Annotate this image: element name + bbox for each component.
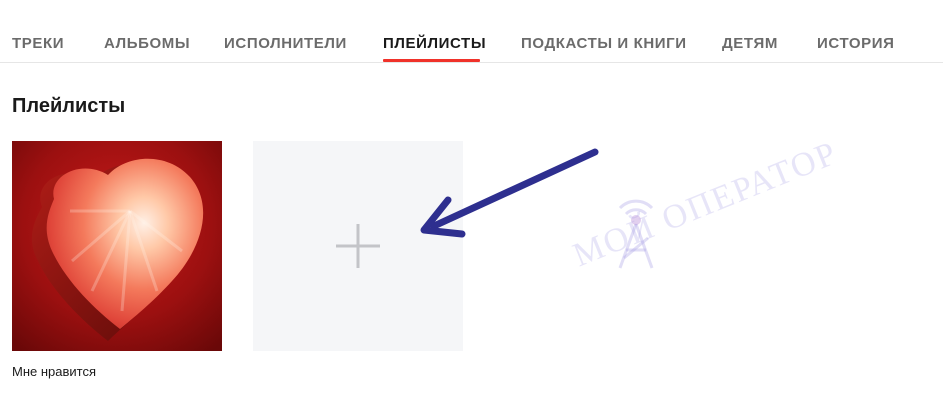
tab-playlists[interactable]: ПЛЕЙЛИСТЫ bbox=[383, 34, 486, 54]
playlist-name-liked[interactable]: Мне нравится bbox=[12, 363, 96, 381]
tab-podcasts-books[interactable]: ПОДКАСТЫ И КНИГИ bbox=[521, 34, 687, 54]
plus-icon bbox=[336, 224, 380, 268]
tab-albums[interactable]: АЛЬБОМЫ bbox=[104, 34, 190, 54]
watermark: МОЙ ОПЕРАТОР bbox=[548, 135, 848, 330]
create-playlist-button[interactable] bbox=[253, 141, 463, 351]
section-title: Плейлисты bbox=[12, 95, 126, 117]
active-tab-indicator bbox=[383, 59, 480, 62]
tab-bar: ТРЕКИ АЛЬБОМЫ ИСПОЛНИТЕЛИ ПЛЕЙЛИСТЫ ПОДК… bbox=[0, 0, 943, 63]
watermark-text: МОЙ ОПЕРАТОР bbox=[568, 134, 843, 275]
tab-kids[interactable]: ДЕТЯМ bbox=[722, 34, 778, 54]
tab-artists[interactable]: ИСПОЛНИТЕЛИ bbox=[224, 34, 347, 54]
tab-history[interactable]: ИСТОРИЯ bbox=[817, 34, 894, 54]
antenna-icon bbox=[618, 199, 654, 269]
heart-icon bbox=[12, 141, 222, 351]
playlist-cover-liked[interactable] bbox=[12, 141, 222, 351]
tab-tracks[interactable]: ТРЕКИ bbox=[12, 34, 64, 54]
